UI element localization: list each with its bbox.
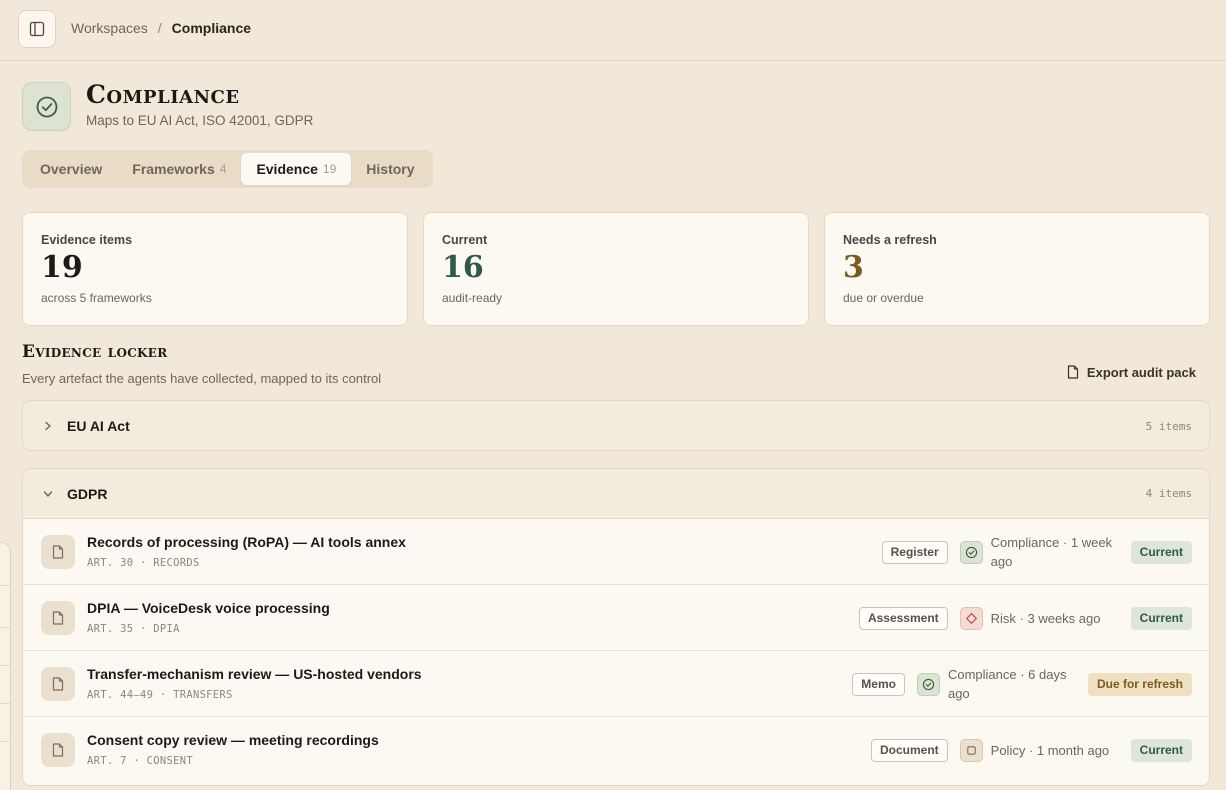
agent-meta-line-1: Compliance · 1 week <box>990 535 1113 550</box>
chevron-right-icon <box>41 419 55 433</box>
stat-label: Current <box>442 233 488 247</box>
panel-divider <box>0 665 11 666</box>
status-badge: Current <box>1130 738 1192 762</box>
evidence-row[interactable]: Records of processing (RoPA) — AI tools … <box>23 519 1209 585</box>
framework-group-gdpr: GDPR 4 items Records of processing (RoPA… <box>22 468 1210 786</box>
evidence-reference: ART. 35 · DPIA <box>87 623 180 635</box>
breadcrumb-separator: / <box>157 20 162 36</box>
tab-history[interactable]: History <box>351 153 429 185</box>
stat-card-current: Current 16 audit-ready <box>423 212 809 326</box>
stat-value: 3 <box>843 250 864 285</box>
breadcrumb-workspaces-link[interactable]: Workspaces <box>71 20 148 36</box>
file-icon <box>1067 365 1079 379</box>
agent-meta: Policy · 1 month ago <box>991 741 1117 760</box>
export-audit-pack-button[interactable]: Export audit pack <box>1067 362 1196 382</box>
evidence-title: Transfer-mechanism review — US-hosted ve… <box>87 666 422 682</box>
check-circle-icon <box>959 540 983 564</box>
agent-meta-line-1: Compliance · 6 days <box>947 667 1067 682</box>
agent-meta: Compliance · 6 days ago <box>948 665 1074 703</box>
evidence-title: Records of processing (RoPA) — AI tools … <box>87 534 406 550</box>
offscreen-side-panel <box>0 542 11 790</box>
evidence-title: DPIA — VoiceDesk voice processing <box>87 600 330 616</box>
stat-card-evidence-items: Evidence items 19 across 5 frameworks <box>22 212 408 326</box>
evidence-row[interactable]: Consent copy review — meeting recordings… <box>23 717 1209 783</box>
tab-label: History <box>366 161 415 177</box>
document-icon <box>41 601 75 635</box>
panel-divider <box>0 627 11 628</box>
export-label: Export audit pack <box>1086 364 1196 380</box>
stat-note: audit-ready <box>442 291 503 305</box>
status-badge: Current <box>1130 540 1192 564</box>
tab-label: Frameworks <box>132 161 215 177</box>
status-badge: Due for refresh <box>1087 672 1192 696</box>
document-icon <box>41 733 75 767</box>
stat-note: across 5 frameworks <box>41 291 152 305</box>
agent-meta: Risk · 3 weeks ago <box>991 609 1117 628</box>
tab-count: 19 <box>322 162 337 176</box>
compliance-check-icon <box>22 82 71 131</box>
stat-value: 19 <box>41 250 83 285</box>
panel-divider <box>0 741 11 742</box>
top-bar: Workspaces / Compliance <box>0 0 1226 61</box>
document-icon <box>41 535 75 569</box>
status-badge: Current <box>1130 606 1192 630</box>
group-count: 4 items <box>1145 487 1192 500</box>
diamond-icon <box>959 606 983 630</box>
breadcrumb-current: Compliance <box>171 20 252 36</box>
panel-divider <box>0 703 11 704</box>
evidence-reference: ART. 7 · CONSENT <box>87 755 193 767</box>
page-subtitle: Maps to EU AI Act, ISO 42001, GDPR <box>86 113 314 128</box>
stat-label: Needs a refresh <box>843 233 937 247</box>
tab-label: Evidence <box>256 161 318 177</box>
page-title: Compliance <box>86 80 240 109</box>
evidence-reference: ART. 44–49 · TRANSFERS <box>87 689 233 701</box>
evidence-type-badge: Document <box>870 738 948 762</box>
evidence-row[interactable]: DPIA — VoiceDesk voice processing ART. 3… <box>23 585 1209 651</box>
document-icon <box>41 667 75 701</box>
evidence-type-badge: Register <box>881 540 948 564</box>
tab-bar: Overview Frameworks 4 Evidence 19 Histor… <box>22 150 433 188</box>
tab-overview[interactable]: Overview <box>25 153 117 185</box>
agent-meta-line-1: Risk · 3 weeks ago <box>990 610 1101 626</box>
breadcrumb: Workspaces / Compliance <box>71 20 251 36</box>
sidebar-toggle-button[interactable] <box>18 10 56 48</box>
panel-divider <box>0 585 11 586</box>
tab-evidence[interactable]: Evidence 19 <box>241 153 352 185</box>
group-header-toggle[interactable]: EU AI Act 5 items <box>23 401 1209 451</box>
group-name: GDPR <box>67 485 108 502</box>
agent-meta-line-2: ago <box>947 686 970 701</box>
tab-label: Overview <box>40 161 103 177</box>
stat-label: Evidence items <box>41 233 133 247</box>
stat-card-needs-refresh: Needs a refresh 3 due or overdue <box>824 212 1210 326</box>
tab-frameworks[interactable]: Frameworks 4 <box>117 153 241 185</box>
evidence-title: Consent copy review — meeting recordings <box>87 732 379 748</box>
evidence-reference: ART. 30 · RECORDS <box>87 557 200 569</box>
evidence-type-badge: Memo <box>852 672 905 696</box>
agent-meta-line-1: Policy · 1 month ago <box>990 742 1110 758</box>
framework-group-eu-ai-act: EU AI Act 5 items <box>22 400 1210 451</box>
evidence-type-badge: Assessment <box>858 606 948 630</box>
group-count: 5 items <box>1145 419 1192 433</box>
stat-value: 16 <box>442 250 484 285</box>
agent-meta-line-2: ago <box>990 554 1013 569</box>
group-name: EU AI Act <box>67 418 130 434</box>
check-circle-icon <box>916 672 940 696</box>
evidence-locker-subtitle: Every artefact the agents have collected… <box>22 371 382 386</box>
sidebar-icon <box>29 21 45 37</box>
evidence-locker-title: Evidence locker <box>22 342 168 362</box>
square-icon <box>959 738 983 762</box>
evidence-row[interactable]: Transfer-mechanism review — US-hosted ve… <box>23 651 1209 717</box>
stat-note: due or overdue <box>843 291 924 305</box>
group-header-toggle[interactable]: GDPR 4 items <box>23 469 1209 519</box>
chevron-down-icon <box>41 487 55 501</box>
tab-count: 4 <box>219 162 227 176</box>
agent-meta: Compliance · 1 week ago <box>991 533 1117 571</box>
